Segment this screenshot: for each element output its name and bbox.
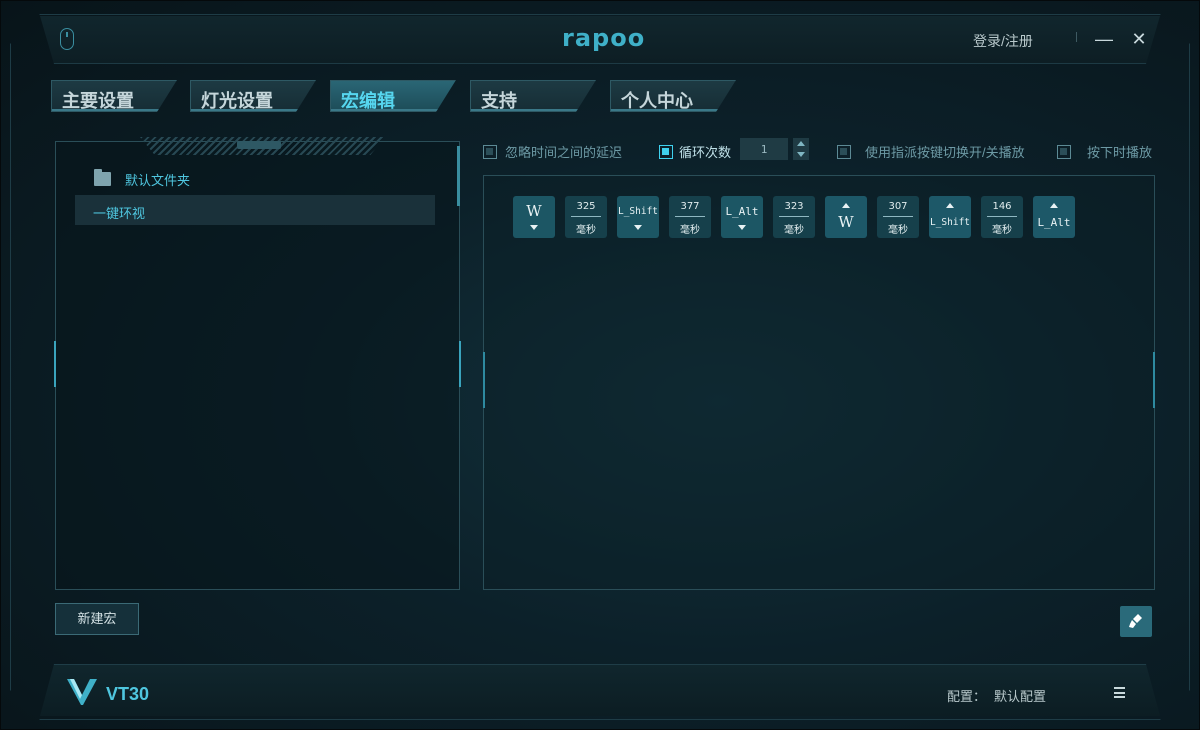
hold-play-checkbox[interactable]	[1057, 144, 1071, 159]
key-label: W	[838, 213, 854, 231]
macro-list-scrollbar[interactable]	[457, 146, 460, 206]
delay-unit: 毫秒	[680, 225, 700, 236]
key-label: W	[526, 202, 542, 220]
macro-delay[interactable]: 307 毫秒	[877, 196, 919, 238]
key-label: L_Alt	[1037, 216, 1071, 229]
loop-count-option[interactable]: 循环次数	[659, 142, 731, 161]
rapoo-logo: rapoo	[562, 24, 646, 52]
folder-icon	[94, 169, 111, 186]
macro-key-down-lalt[interactable]: L_Alt	[721, 196, 763, 238]
loop-count-stepper[interactable]	[793, 138, 809, 160]
delay-value: 325	[576, 201, 596, 212]
key-label: L_Shift	[929, 217, 971, 228]
key-down-arrow-icon	[530, 225, 538, 230]
tab-main-settings[interactable]: 主要设置	[51, 80, 177, 112]
footer-bar	[40, 664, 1160, 716]
macro-delay[interactable]: 146 毫秒	[981, 196, 1023, 238]
toggle-key-option[interactable]: 使用指派按键切换开/关播放	[837, 142, 1025, 161]
toggle-key-checkbox[interactable]	[837, 144, 851, 159]
delay-value: 377	[680, 201, 700, 212]
panel-edge-marker	[459, 341, 461, 387]
hold-play-option[interactable]: 按下时播放	[1057, 142, 1152, 161]
ignore-delay-label: 忽略时间之间的延迟	[505, 145, 623, 160]
minimize-button[interactable]: —	[1093, 28, 1115, 50]
delay-unit: 毫秒	[576, 225, 596, 236]
clear-macro-button[interactable]	[1120, 606, 1152, 637]
delay-divider	[675, 216, 705, 217]
ignore-delay-option[interactable]: 忽略时间之间的延迟	[483, 142, 622, 161]
key-up-arrow-icon	[842, 203, 850, 208]
config-value[interactable]: 默认配置	[994, 686, 1046, 705]
macro-key-down-w[interactable]: W	[513, 196, 555, 238]
key-down-arrow-icon	[738, 225, 746, 230]
macro-key-up-lalt[interactable]: L_Alt	[1033, 196, 1075, 238]
delay-value: 323	[784, 201, 804, 212]
title-separator	[1076, 32, 1077, 42]
device-model: VT30	[106, 684, 150, 704]
macro-list-item[interactable]: 一键环视	[75, 195, 435, 225]
menu-icon[interactable]	[1114, 687, 1125, 698]
loop-count-label: 循环次数	[679, 145, 732, 160]
delay-divider	[571, 216, 601, 217]
key-down-arrow-icon	[634, 225, 642, 230]
ignore-delay-checkbox[interactable]	[483, 144, 497, 159]
stepper-up-icon[interactable]	[797, 141, 805, 146]
broom-icon	[1129, 614, 1142, 628]
tab-user-center[interactable]: 个人中心	[610, 80, 736, 112]
key-label: L_Alt	[725, 205, 759, 218]
panel-edge-marker	[54, 341, 56, 387]
macro-delay[interactable]: 323 毫秒	[773, 196, 815, 238]
macro-key-down-lshift[interactable]: L_Shift	[617, 196, 659, 238]
delay-divider	[779, 216, 809, 217]
tab-macro-editor[interactable]: 宏编辑	[330, 80, 456, 112]
delay-divider	[883, 216, 913, 217]
new-macro-button[interactable]: 新建宏	[55, 603, 139, 635]
delay-divider	[987, 216, 1017, 217]
delay-value: 307	[888, 201, 908, 212]
config-label: 配置：	[947, 689, 987, 704]
macro-delay[interactable]: 377 毫秒	[669, 196, 711, 238]
default-folder[interactable]: 默认文件夹	[94, 169, 191, 188]
macro-key-up-lshift[interactable]: L_Shift	[929, 196, 971, 238]
vt-logo-icon	[67, 679, 97, 705]
delay-unit: 毫秒	[992, 225, 1012, 236]
loop-count-input[interactable]	[740, 138, 788, 160]
key-label: L_Shift	[617, 206, 659, 217]
panel-edge-marker	[483, 352, 485, 408]
key-up-arrow-icon	[1050, 203, 1058, 208]
delay-unit: 毫秒	[888, 225, 908, 236]
stepper-down-icon[interactable]	[797, 152, 805, 157]
tab-support[interactable]: 支持	[470, 80, 596, 112]
panel-edge-marker	[1153, 352, 1155, 408]
tab-lighting-settings[interactable]: 灯光设置	[190, 80, 316, 112]
loop-count-checkbox[interactable]	[659, 144, 673, 159]
delay-unit: 毫秒	[784, 225, 804, 236]
macro-delay[interactable]: 325 毫秒	[565, 196, 607, 238]
key-up-arrow-icon	[946, 203, 954, 208]
macro-key-up-w[interactable]: W	[825, 196, 867, 238]
panel-decoration-handle	[237, 141, 281, 149]
folder-label: 默认文件夹	[125, 172, 191, 188]
close-button[interactable]: ✕	[1128, 28, 1150, 50]
toggle-key-label: 使用指派按键切换开/关播放	[865, 145, 1025, 160]
delay-value: 146	[992, 201, 1012, 212]
login-register-link[interactable]: 登录/注册	[973, 31, 1033, 51]
mouse-icon	[60, 28, 74, 50]
hold-play-label: 按下时播放	[1087, 145, 1153, 160]
